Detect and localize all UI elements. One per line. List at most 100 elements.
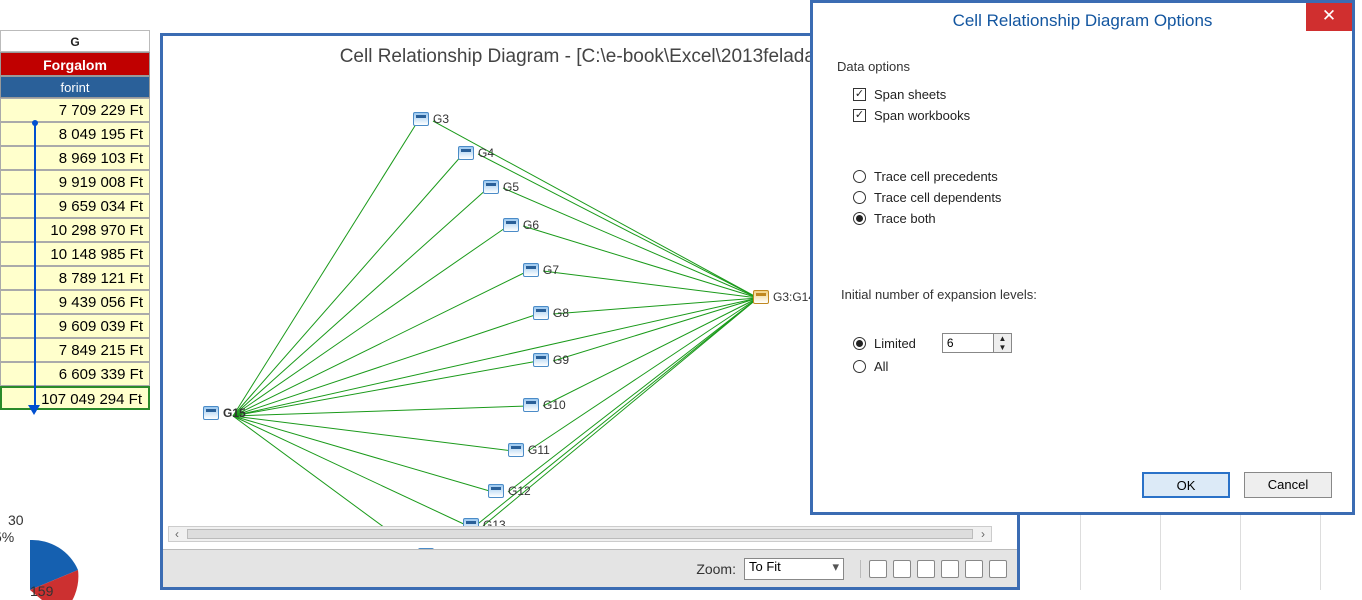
radio-icon[interactable] [853, 191, 866, 204]
cell-icon [523, 398, 539, 412]
node-label: G12 [508, 484, 531, 498]
node-label: G8 [553, 306, 569, 320]
dialog-body: Data options Span sheets Span workbooks … [813, 39, 1352, 397]
expansion-level-spinner[interactable]: ▲ ▼ [942, 333, 1012, 353]
tree-icon[interactable] [893, 560, 911, 578]
expansion-levels-label: Initial number of expansion levels: [841, 287, 1328, 302]
node-g15[interactable]: G15 [203, 406, 246, 420]
close-icon: ✕ [1322, 6, 1336, 25]
node-label: G6 [523, 218, 539, 232]
option-label: Limited [874, 336, 916, 351]
radio-icon[interactable] [853, 212, 866, 225]
node-g10[interactable]: G10 [523, 398, 566, 412]
cell-g12[interactable]: 9 609 039 Ft [0, 314, 150, 338]
cell-icon [413, 112, 429, 126]
node-label: G10 [543, 398, 566, 412]
range-icon [753, 290, 769, 304]
svg-text:5%: 5% [0, 529, 14, 545]
diagram-toolbar [860, 560, 1007, 578]
cell-g7[interactable]: 9 659 034 Ft [0, 194, 150, 218]
span-workbooks-option[interactable]: Span workbooks [837, 105, 1328, 126]
node-g7[interactable]: G7 [523, 263, 559, 277]
print-icon[interactable] [941, 560, 959, 578]
cell-g6[interactable]: 9 919 008 Ft [0, 170, 150, 194]
radio-icon[interactable] [853, 170, 866, 183]
cell-g9[interactable]: 10 148 985 Ft [0, 242, 150, 266]
cancel-button[interactable]: Cancel [1244, 472, 1332, 498]
trace-both-option[interactable]: Trace both [837, 208, 1328, 229]
ok-button[interactable]: OK [1142, 472, 1230, 498]
node-g11[interactable]: G11 [508, 443, 550, 457]
spin-up-icon[interactable]: ▲ [994, 334, 1011, 343]
cell-g5[interactable]: 8 969 103 Ft [0, 146, 150, 170]
horizontal-scrollbar[interactable]: ‹ › [168, 526, 992, 542]
scroll-left-arrow-icon[interactable]: ‹ [169, 527, 185, 541]
option-label: Span sheets [874, 87, 946, 102]
trace-dependents-option[interactable]: Trace cell dependents [837, 187, 1328, 208]
node-g12[interactable]: G12 [488, 484, 531, 498]
cell-g4[interactable]: 8 049 195 Ft [0, 122, 150, 146]
scroll-thumb[interactable] [187, 529, 973, 539]
close-button[interactable]: ✕ [1306, 3, 1352, 31]
node-label: G3 [433, 112, 449, 126]
dialog-titlebar[interactable]: Cell Relationship Diagram Options ✕ [813, 3, 1352, 39]
cell-g3[interactable]: 7 709 229 Ft [0, 98, 150, 122]
pie-chart-peek: 30 5% 159 [0, 500, 110, 600]
checkbox-icon[interactable] [853, 88, 866, 101]
column-subtitle-forint: forint [0, 76, 150, 98]
cell-g14[interactable]: 6 609 339 Ft [0, 362, 150, 386]
limited-option[interactable]: Limited ▲ ▼ [837, 330, 1328, 356]
dialog-buttons: OK Cancel [1142, 472, 1332, 498]
radio-icon[interactable] [853, 360, 866, 373]
zoom-label: Zoom: [696, 561, 736, 577]
spreadsheet-column: G Forgalom forint 7 709 229 Ft 8 049 195… [0, 30, 150, 410]
cell-icon [533, 353, 549, 367]
column-letter[interactable]: G [0, 30, 150, 52]
node-g8[interactable]: G8 [533, 306, 569, 320]
dialog-title: Cell Relationship Diagram Options [953, 11, 1213, 31]
node-label: G3:G14 [773, 290, 815, 304]
node-g4[interactable]: G4 [458, 146, 494, 160]
cell-g15-sum[interactable]: 107 049 294 Ft [0, 386, 150, 410]
cell-g11[interactable]: 9 439 056 Ft [0, 290, 150, 314]
cell-g13[interactable]: 7 849 215 Ft [0, 338, 150, 362]
cell-relationship-options-dialog: Cell Relationship Diagram Options ✕ Data… [810, 0, 1355, 515]
node-g5[interactable]: G5 [483, 180, 519, 194]
zoom-value: To Fit [749, 559, 781, 574]
option-label: Trace cell dependents [874, 190, 1001, 205]
node-label: G9 [553, 353, 569, 367]
search-icon[interactable] [917, 560, 935, 578]
cell-g8[interactable]: 10 298 970 Ft [0, 218, 150, 242]
option-label: Span workbooks [874, 108, 970, 123]
radio-icon[interactable] [853, 337, 866, 350]
trace-precedent-arrowhead [28, 405, 40, 415]
chevron-down-icon: ▾ [832, 559, 839, 575]
option-label: Trace both [874, 211, 936, 226]
refresh-icon[interactable] [965, 560, 983, 578]
cell-icon [203, 406, 219, 420]
node-label: G15 [223, 406, 246, 420]
zoom-select[interactable]: To Fit ▾ [744, 558, 844, 580]
option-label: Trace cell precedents [874, 169, 998, 184]
cell-icon [533, 306, 549, 320]
scroll-right-arrow-icon[interactable]: › [975, 527, 991, 541]
spin-down-icon[interactable]: ▼ [994, 343, 1011, 352]
trace-precedents-option[interactable]: Trace cell precedents [837, 166, 1328, 187]
all-option[interactable]: All [837, 356, 1328, 377]
svg-text:159: 159 [30, 583, 54, 599]
stop-icon[interactable] [989, 560, 1007, 578]
cell-g10[interactable]: 8 789 121 Ft [0, 266, 150, 290]
node-label: G11 [528, 443, 550, 457]
node-g9[interactable]: G9 [533, 353, 569, 367]
node-g6[interactable]: G6 [503, 218, 539, 232]
layout-icon[interactable] [869, 560, 887, 578]
checkbox-icon[interactable] [853, 109, 866, 122]
node-range-g3g14[interactable]: G3:G14 [753, 290, 815, 304]
node-g3[interactable]: G3 [413, 112, 449, 126]
cell-icon [503, 218, 519, 232]
expansion-level-input[interactable] [943, 334, 993, 352]
column-title-forgalom: Forgalom [0, 52, 150, 76]
span-sheets-option[interactable]: Span sheets [837, 84, 1328, 105]
cell-icon [483, 180, 499, 194]
node-label: G4 [478, 146, 494, 160]
